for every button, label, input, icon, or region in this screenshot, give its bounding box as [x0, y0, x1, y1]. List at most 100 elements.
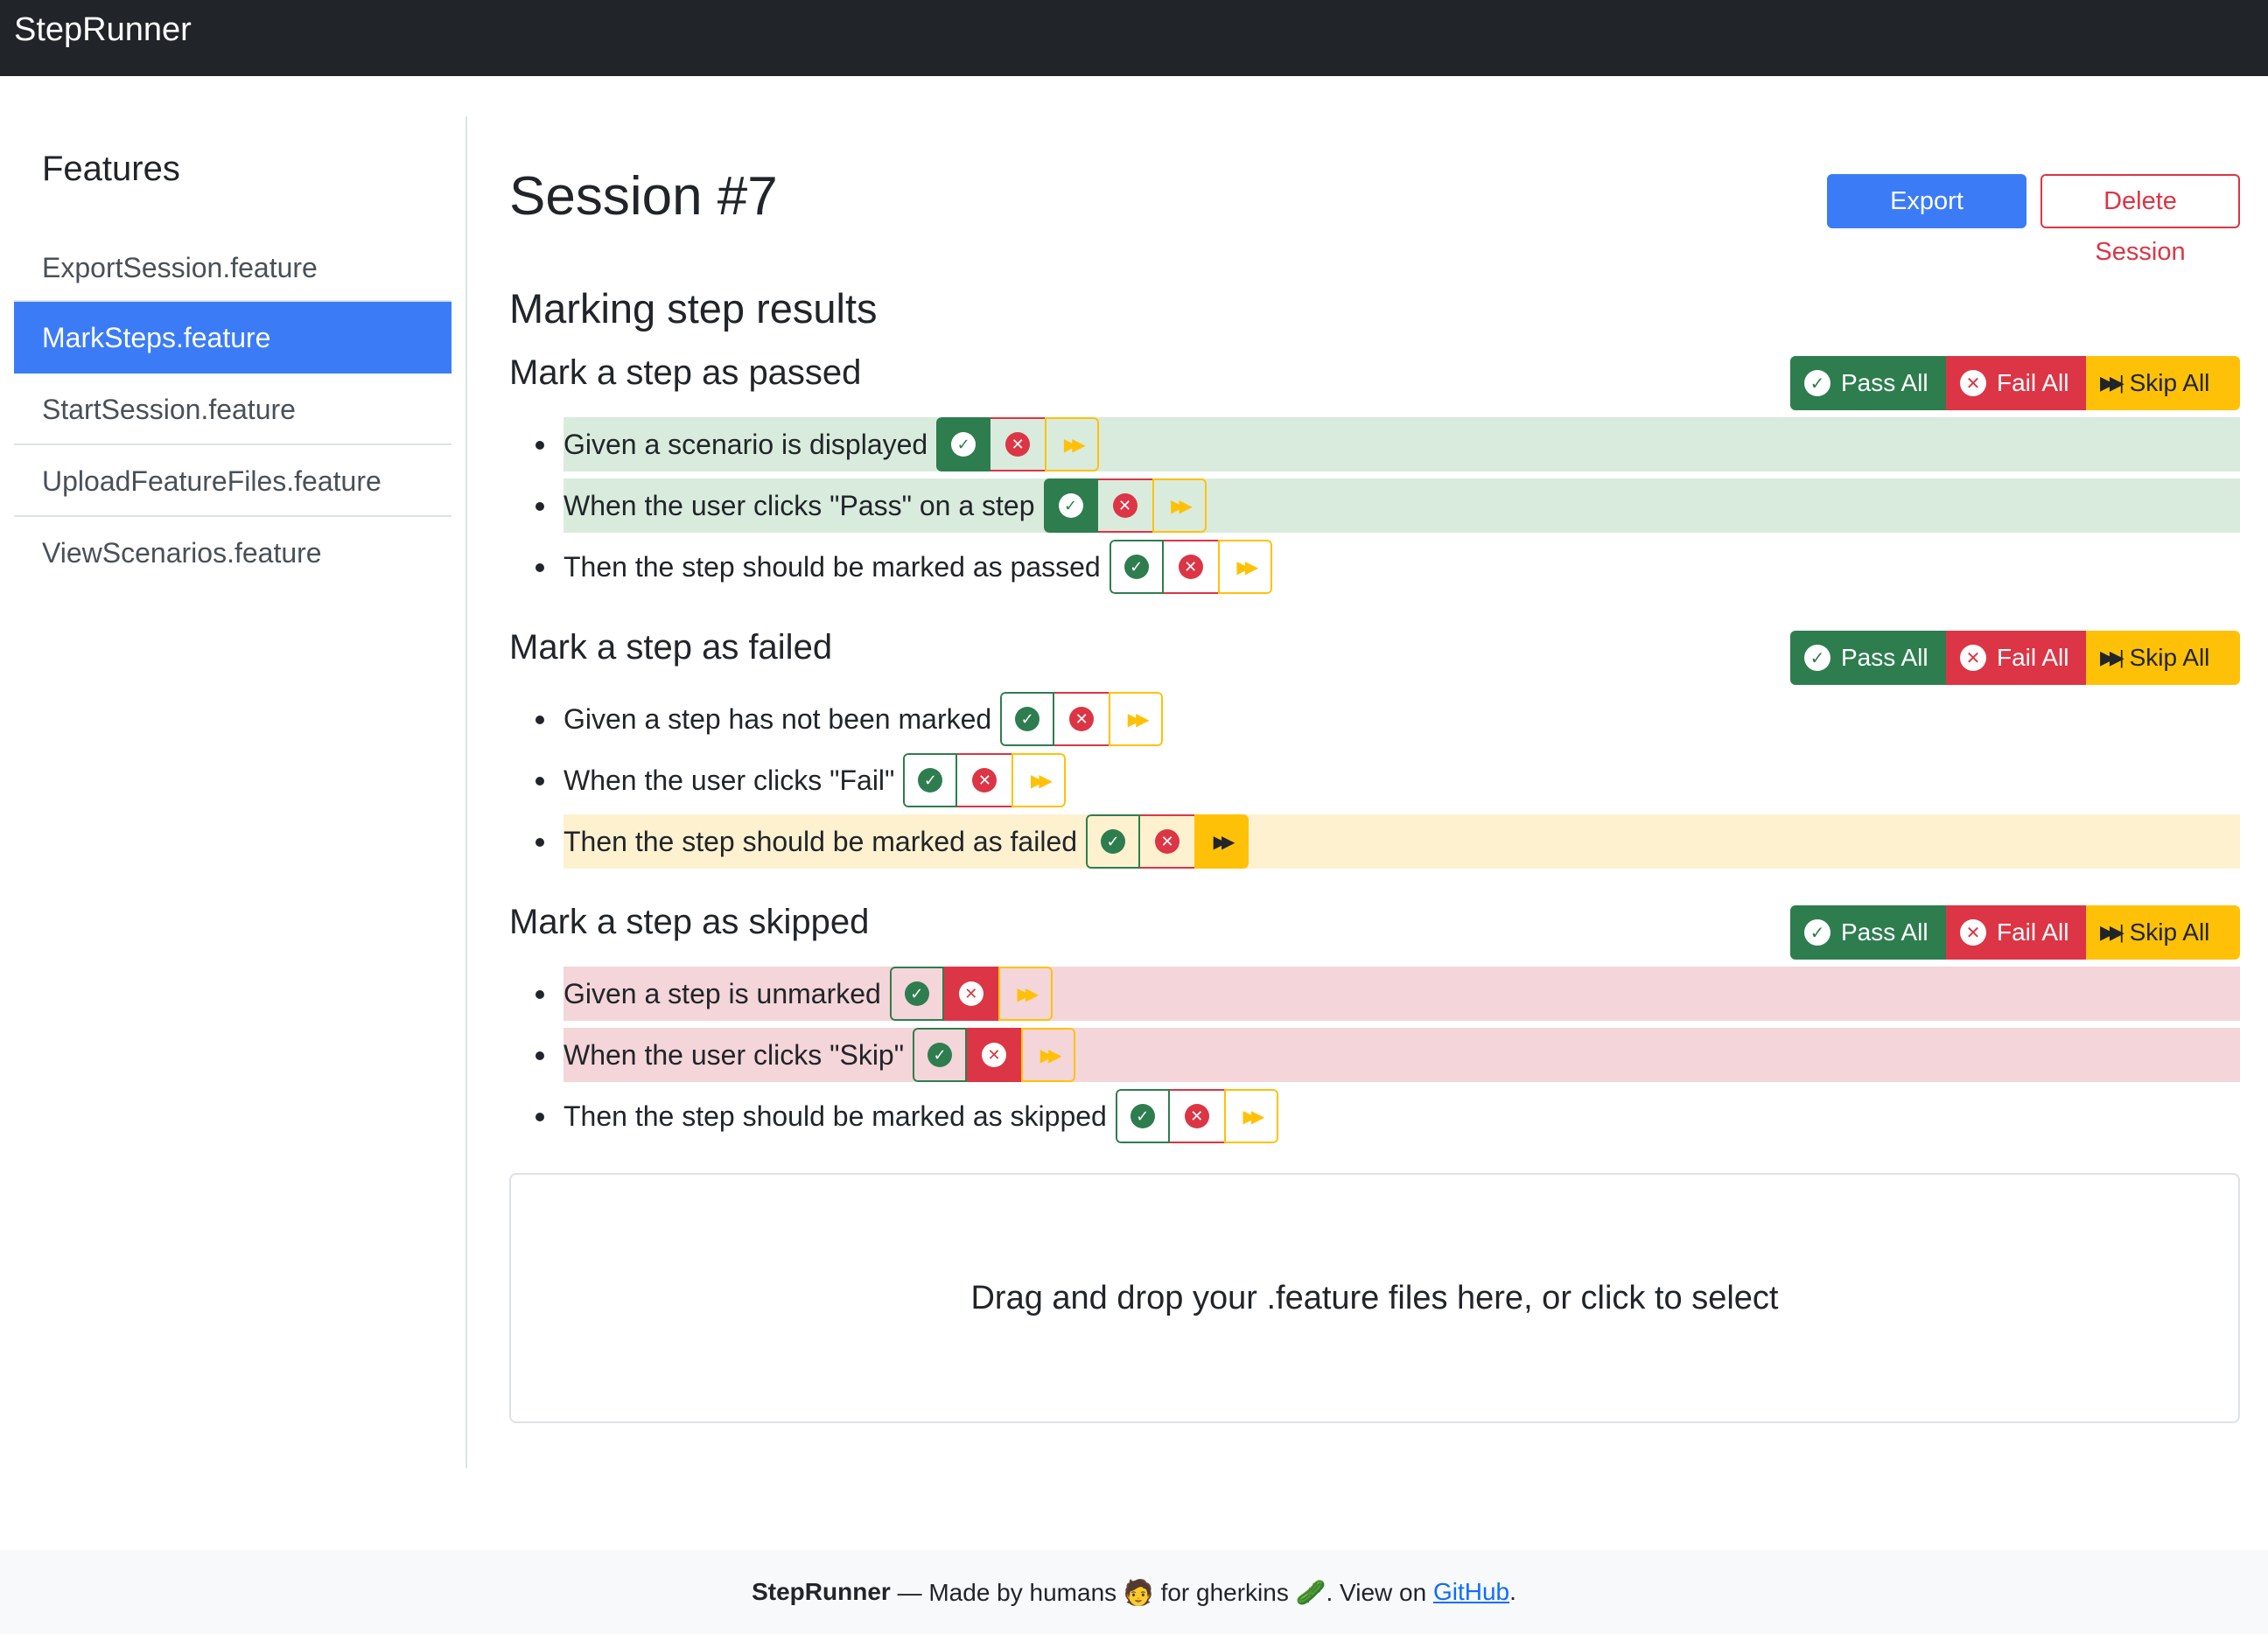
- step-pass-button[interactable]: ✓: [936, 417, 991, 471]
- step-pass-button[interactable]: ✓: [1000, 692, 1055, 746]
- app-brand[interactable]: StepRunner: [14, 10, 192, 49]
- step-fail-button[interactable]: ✕: [1163, 540, 1218, 594]
- step-pass-button[interactable]: ✓: [1086, 814, 1141, 869]
- bullet: [536, 1051, 544, 1060]
- skip-forward-icon: ▶▶: [1063, 435, 1086, 455]
- step-item: When the user clicks "Pass" on a step ✓ ✕ ▶…: [536, 478, 2240, 533]
- pass-all-button[interactable]: ✓ Pass All: [1790, 631, 1946, 685]
- step-skip-button[interactable]: ▶▶: [1194, 814, 1250, 869]
- x-circle-icon: ✕: [1184, 1104, 1209, 1128]
- export-session-button[interactable]: Export Session: [1827, 174, 2026, 266]
- step-pass-button[interactable]: ✓: [1043, 478, 1098, 533]
- footer-brand: StepRunner: [752, 1578, 891, 1605]
- skip-all-label: Skip All: [2129, 644, 2210, 671]
- step-fail-button[interactable]: ✕: [957, 753, 1012, 807]
- skip-forward-icon: ▶▶: [1127, 709, 1150, 730]
- x-circle-icon: ✕: [1069, 707, 1095, 731]
- step-item: Given a step has not been marked ✓ ✕ ▶▶: [536, 692, 2240, 746]
- github-link[interactable]: GitHub: [1433, 1578, 1509, 1606]
- pass-all-button[interactable]: ✓ Pass All: [1790, 356, 1946, 410]
- check-circle-icon: ✓: [1804, 645, 1830, 671]
- check-circle-icon: ✓: [1804, 370, 1830, 396]
- step-fail-button[interactable]: ✕: [1054, 692, 1110, 746]
- skip-all-button[interactable]: ▶▶| Skip All: [2086, 356, 2240, 410]
- bullet: [536, 441, 544, 450]
- step-fail-button[interactable]: ✕: [1097, 478, 1152, 533]
- step-row: When the user clicks "Skip" ✓ ✕ ▶▶: [564, 1028, 1076, 1082]
- bulk-actions: ✓ Pass All ✕ Fail All ▶▶| Skip All: [1790, 905, 2240, 960]
- step-result-buttons: ✓ ✕ ▶▶: [1000, 692, 1164, 746]
- delete-session-button[interactable]: Delete Session: [2040, 174, 2240, 266]
- skip-all-button[interactable]: ▶▶| Skip All: [2086, 631, 2240, 685]
- step-result-buttons: ✓ ✕ ▶▶: [1109, 540, 1272, 594]
- step-fail-button[interactable]: ✕: [943, 967, 998, 1021]
- step-fail-button[interactable]: ✕: [1169, 1089, 1224, 1143]
- x-circle-icon: ✕: [1960, 645, 1986, 671]
- step-skip-button[interactable]: ▶▶: [998, 967, 1053, 1021]
- step-text: Then the step should be marked as passed: [564, 551, 1101, 583]
- step-skip-button[interactable]: ▶▶: [1109, 692, 1164, 746]
- step-skip-button[interactable]: ▶▶: [1152, 478, 1207, 533]
- fail-all-label: Fail All: [1997, 644, 2069, 671]
- check-circle-icon: ✓: [1130, 1104, 1155, 1128]
- step-pass-button[interactable]: ✓: [1109, 540, 1164, 594]
- step-skip-button[interactable]: ▶▶: [1045, 417, 1100, 471]
- footer-period: .: [1509, 1578, 1516, 1605]
- fail-all-button[interactable]: ✕ Fail All: [1946, 631, 2086, 685]
- skip-forward-icon: ▶▶: [1213, 832, 1236, 852]
- step-row: When the user clicks "Pass" on a step ✓ ✕ ▶…: [564, 478, 1207, 533]
- step-skip-button[interactable]: ▶▶: [1223, 1089, 1278, 1143]
- step-text: Given a step has not been marked: [564, 703, 992, 735]
- step-fail-button[interactable]: ✕: [1140, 814, 1195, 869]
- step-item: When the user clicks "Fail" ✓ ✕ ▶▶: [536, 753, 2240, 807]
- top-navbar: StepRunner: [0, 0, 2268, 76]
- step-pass-button[interactable]: ✓: [889, 967, 944, 1021]
- fail-all-button[interactable]: ✕ Fail All: [1946, 905, 2086, 960]
- skip-forward-icon: ▶▶|: [2100, 921, 2124, 943]
- x-circle-icon: ✕: [1960, 919, 1986, 946]
- step-item: Then the step should be marked as failed…: [536, 814, 2240, 869]
- bulk-actions: ✓ Pass All ✕ Fail All ▶▶| Skip All: [1790, 356, 2240, 410]
- x-circle-icon: ✕: [1005, 432, 1031, 457]
- step-fail-button[interactable]: ✕: [967, 1028, 1022, 1082]
- step-row: When the user clicks "Fail" ✓ ✕ ▶▶: [564, 753, 1067, 807]
- sidebar-item-mark-steps[interactable]: MarkSteps.feature: [14, 302, 452, 374]
- step-row: Given a scenario is displayed ✓ ✕ ▶▶: [564, 417, 1100, 471]
- sidebar-item-upload-feature-files[interactable]: UploadFeatureFiles.feature: [14, 445, 452, 517]
- fail-all-label: Fail All: [1997, 918, 2069, 946]
- dropzone-text: Drag and drop your .feature files here, …: [970, 1279, 1779, 1316]
- sidebar-title: Features: [42, 150, 180, 188]
- step-skip-button[interactable]: ▶▶: [1217, 540, 1272, 594]
- check-circle-icon: ✓: [904, 981, 929, 1006]
- step-pass-button[interactable]: ✓: [913, 1028, 968, 1082]
- step-skip-button[interactable]: ▶▶: [1021, 1028, 1076, 1082]
- fail-all-label: Fail All: [1997, 369, 2069, 396]
- skip-forward-icon: ▶▶|: [2100, 372, 2124, 394]
- fail-all-button[interactable]: ✕ Fail All: [1946, 356, 2086, 410]
- bullet: [536, 990, 544, 999]
- skip-all-button[interactable]: ▶▶| Skip All: [2086, 905, 2240, 960]
- feature-title: Marking step results: [509, 285, 878, 332]
- step-item: Then the step should be marked as skippe…: [536, 1089, 2240, 1143]
- x-circle-icon: ✕: [1178, 555, 1203, 579]
- skip-forward-icon: ▶▶|: [2100, 646, 2124, 668]
- step-text: Given a scenario is displayed: [564, 429, 928, 460]
- pass-all-button[interactable]: ✓ Pass All: [1790, 905, 1946, 960]
- check-circle-icon: ✓: [928, 1043, 953, 1067]
- bullet: [536, 502, 544, 511]
- step-pass-button[interactable]: ✓: [903, 753, 958, 807]
- step-row: Then the step should be marked as passed…: [564, 540, 1272, 594]
- x-circle-icon: ✕: [1112, 493, 1138, 518]
- step-text: Given a step is unmarked: [564, 978, 881, 1009]
- sidebar-item-start-session[interactable]: StartSession.feature: [14, 374, 452, 445]
- step-skip-button[interactable]: ▶▶: [1012, 753, 1067, 807]
- sidebar-item-export-session[interactable]: ExportSession.feature: [14, 232, 452, 302]
- x-circle-icon: ✕: [982, 1043, 1007, 1067]
- sidebar-item-view-scenarios[interactable]: ViewScenarios.feature: [14, 517, 452, 589]
- step-fail-button[interactable]: ✕: [990, 417, 1046, 471]
- step-row: Then the step should be marked as skippe…: [564, 1089, 1278, 1143]
- step-pass-button[interactable]: ✓: [1115, 1089, 1170, 1143]
- step-text: Then the step should be marked as skippe…: [564, 1100, 1107, 1132]
- file-dropzone[interactable]: Drag and drop your .feature files here, …: [509, 1173, 2240, 1423]
- step-row: Given a step is unmarked ✓ ✕ ▶▶: [564, 967, 1053, 1021]
